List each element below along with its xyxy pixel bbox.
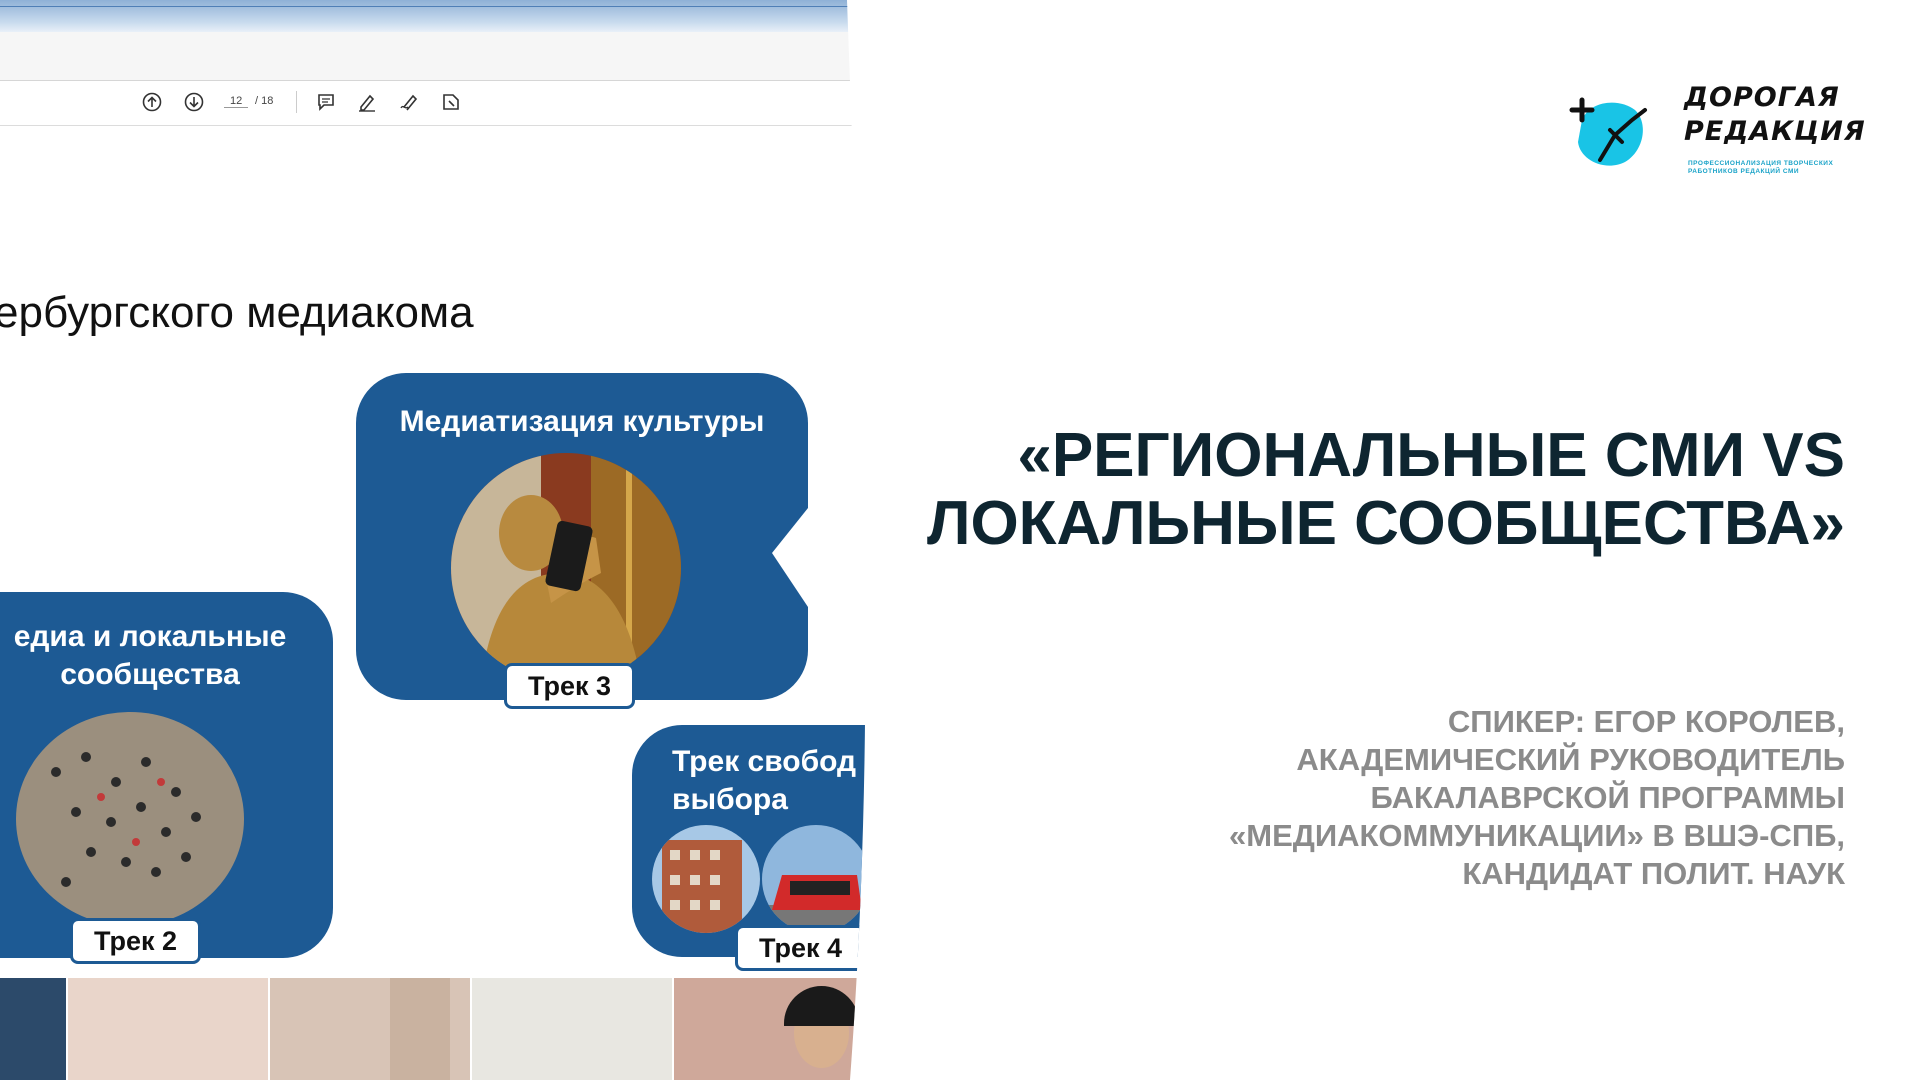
video-tile-4 <box>472 978 672 1080</box>
pdf-toolbar: 12 / 18 <box>0 81 875 126</box>
track-4-tag: Трек 4 <box>735 925 866 971</box>
dorogaya-redaktsiya-logo: ДОРОГАЯ РЕДАКЦИЯ ПРОФЕССИОНАЛИЗАЦИЯ ТВОР… <box>1560 50 1865 200</box>
speaker-line-5: КАНДИДАТ ПОЛИТ. НАУК <box>1462 856 1845 891</box>
video-tile-2 <box>68 978 268 1080</box>
track-3-tag: Трек 3 <box>504 663 635 709</box>
video-tile-5 <box>674 978 874 1080</box>
track-3-title: Медиатизация культуры <box>399 405 765 438</box>
logo-line-1: ДОРОГАЯ <box>1684 82 1840 113</box>
edit-tag-icon[interactable] <box>440 91 462 113</box>
page-current-input[interactable]: 12 <box>224 95 248 107</box>
logo-line-2: РЕДАКЦИЯ <box>1684 116 1866 147</box>
track-2-tag: Трек 2 <box>70 918 201 964</box>
draw-icon[interactable] <box>398 91 420 113</box>
crowd-photo <box>16 712 244 926</box>
slide-title: ербургского медиакома <box>0 288 474 337</box>
track-2-title: едиа и локальные сообщества <box>13 620 287 691</box>
speaker-line-2: АКАДЕМИЧЕСКИЙ РУКОВОДИТЕЛЬ <box>1296 742 1845 777</box>
previous-page-icon[interactable] <box>141 91 163 113</box>
tram-photo <box>762 825 870 933</box>
track-3-card: Медиатизация культуры Трек 3 <box>356 373 808 700</box>
track-4-card: Трек свобод выбора Трек 4 <box>632 725 875 957</box>
highlight-pen-icon[interactable] <box>356 91 378 113</box>
speaker-info: СПИКЕР: ЕГОР КОРОЛЕВ, АКАДЕМИЧЕСКИЙ РУКО… <box>1229 703 1845 893</box>
card-notch <box>764 503 812 613</box>
toolbar-divider <box>296 91 297 113</box>
comment-icon[interactable] <box>315 91 337 113</box>
track-2-card: едиа и локальные сообщества Трек 2 <box>0 592 333 958</box>
page-total: / 18 <box>255 95 274 107</box>
headline-line-2: ЛОКАЛЬНЫЕ СООБЩЕСТВА» <box>926 489 1845 558</box>
screen-share-panel: 12 / 18 ербургского медиакома Медиатизац… <box>0 0 875 1080</box>
viewer-menu-bar <box>0 32 875 81</box>
logo-subtitle: ПРОФЕССИОНАЛИЗАЦИЯ ТВОРЧЕСКИХ РАБОТНИКОВ… <box>1688 160 1834 175</box>
window-title-bar <box>0 0 875 32</box>
headline-line-1: «РЕГИОНАЛЬНЫЕ СМИ VS <box>1017 421 1845 490</box>
next-page-icon[interactable] <box>183 91 205 113</box>
video-tile-3 <box>270 978 470 1080</box>
track-4-title: Трек свобод выбора <box>672 745 857 816</box>
speaker-line-1: СПИКЕР: ЕГОР КОРОЛЕВ, <box>1447 704 1845 739</box>
statue-photo <box>451 453 681 683</box>
speaker-line-4: «МЕДИАКОММУНИКАЦИИ» В ВШЭ-СПБ, <box>1229 818 1845 853</box>
speaker-line-3: БАКАЛАВРСКОЙ ПРОГРАММЫ <box>1370 780 1846 815</box>
logo-mark-icon <box>1569 97 1647 166</box>
headline: «РЕГИОНАЛЬНЫЕ СМИ VS ЛОКАЛЬНЫЕ СООБЩЕСТВ… <box>927 422 1845 558</box>
video-tile-1 <box>0 978 66 1080</box>
building-photo <box>652 825 760 933</box>
